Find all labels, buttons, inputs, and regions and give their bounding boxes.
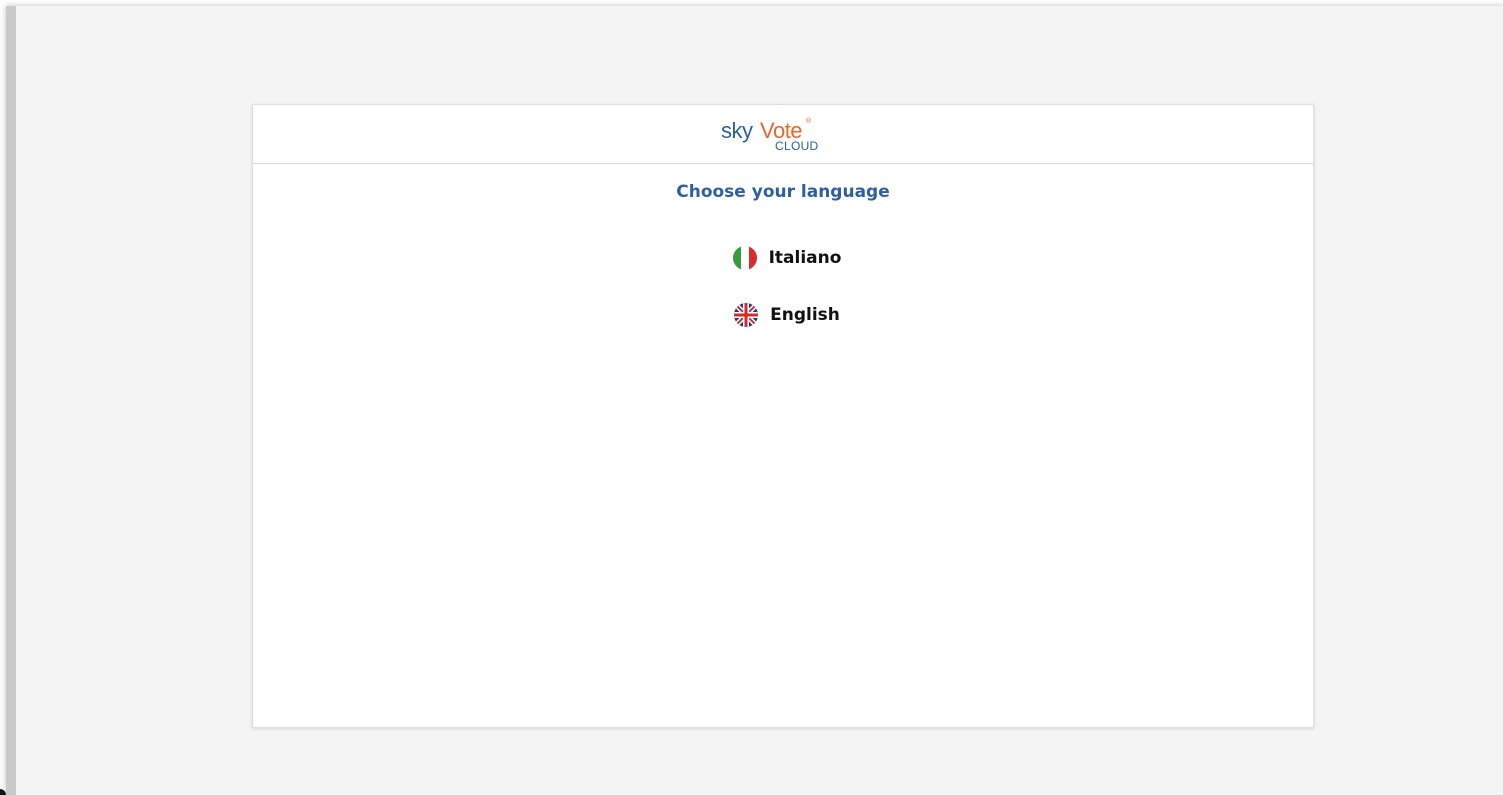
skyvote-cloud-logo: sky Vote ® CLOUD bbox=[718, 111, 848, 157]
logo-cloud-text: CLOUD bbox=[775, 139, 819, 153]
uk-flag-icon bbox=[734, 303, 759, 327]
language-label-english: English bbox=[770, 305, 840, 325]
language-list: Italiano English bbox=[253, 244, 1313, 358]
language-label-italiano: Italiano bbox=[768, 248, 842, 268]
card-header: sky Vote ® CLOUD bbox=[253, 105, 1313, 164]
page-background: sky Vote ® CLOUD Choose your language It… bbox=[6, 6, 1503, 795]
language-option-italiano[interactable]: Italiano bbox=[725, 244, 842, 272]
language-card: sky Vote ® CLOUD Choose your language It… bbox=[252, 104, 1314, 728]
italy-flag-icon bbox=[732, 246, 757, 270]
page-title: Choose your language bbox=[676, 182, 890, 202]
logo-sky-text: sky bbox=[721, 118, 753, 143]
logo-registered-mark: ® bbox=[806, 118, 812, 125]
language-option-english[interactable]: English bbox=[726, 301, 840, 329]
